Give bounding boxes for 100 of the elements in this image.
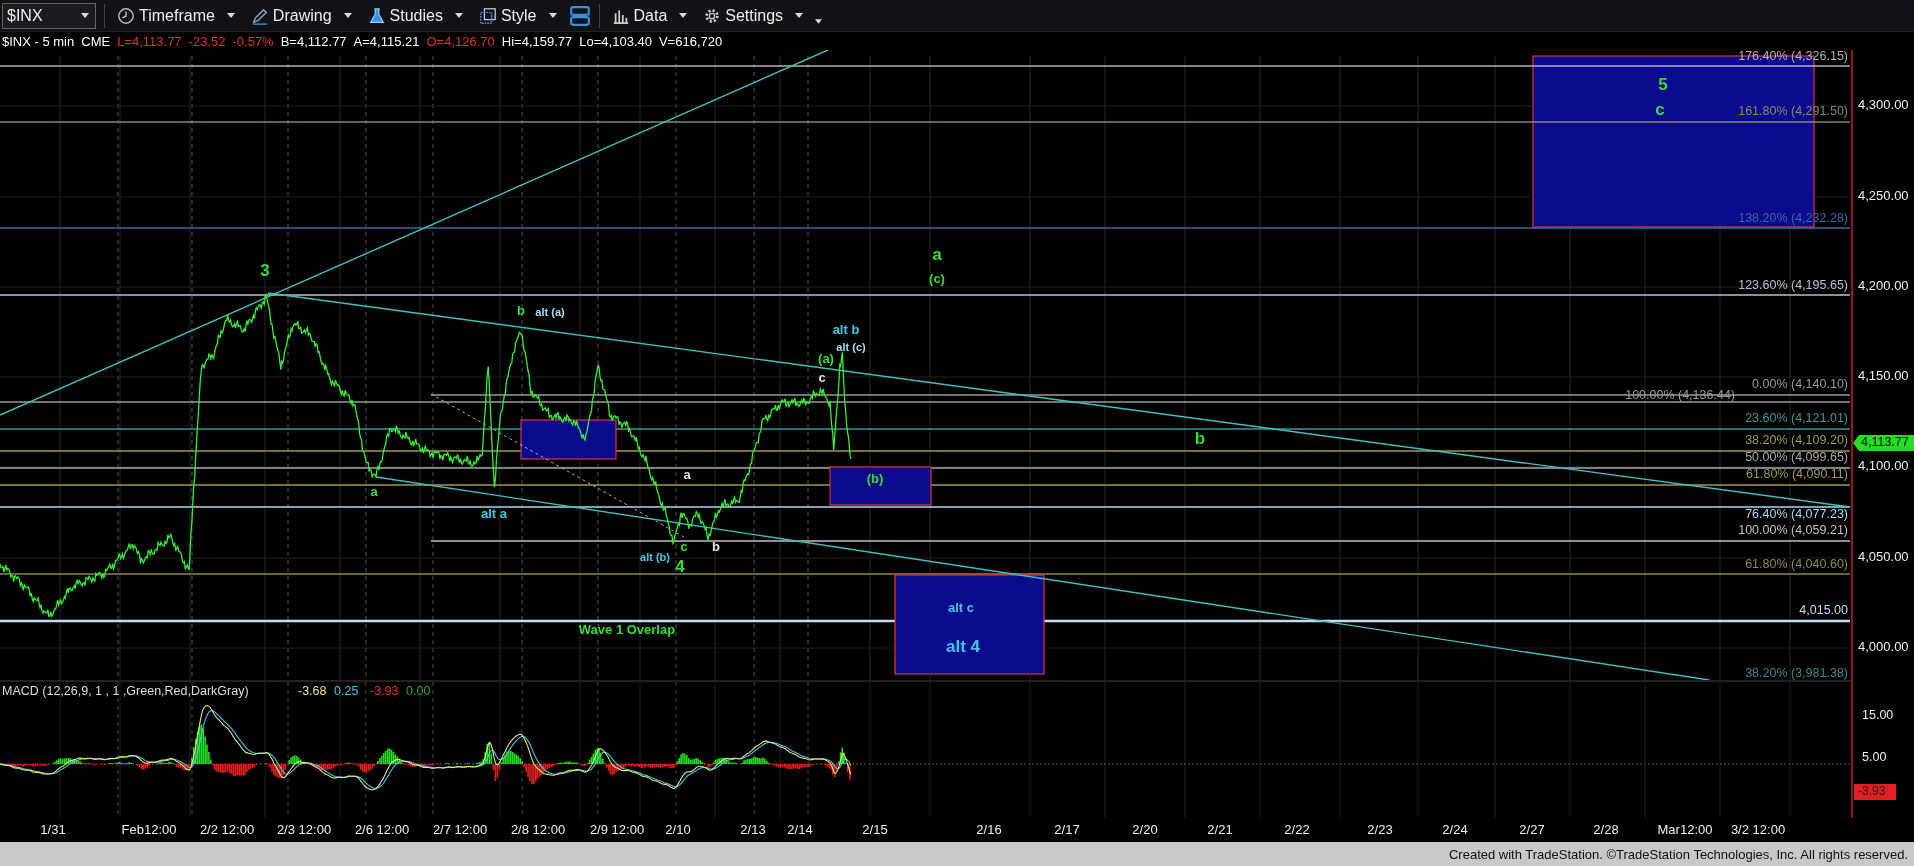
price-axis-label: 4,200.00 [1858, 278, 1909, 294]
wave-label: alt (c) [836, 340, 866, 353]
date-axis-label: 2/2 12:00 [199, 822, 255, 838]
wave-label: a [683, 467, 691, 483]
date-axis-label: 2/17 [1054, 822, 1080, 838]
date-axis-label: 2/14 [787, 822, 813, 838]
fib-level-label: 61.80% (4,040.60) [1745, 557, 1848, 572]
wave-label: b [712, 539, 720, 555]
wave-label: 4 [675, 557, 685, 577]
price-axis-label: 4,300.00 [1858, 97, 1909, 113]
quote-field: -0.57% [232, 33, 274, 49]
quote-field: Lo=4,103.40 [579, 33, 652, 49]
date-axis-label: 2/21 [1207, 822, 1233, 838]
last-price-badge: 4,113.77 [1853, 435, 1914, 451]
macd-value: -3.68 [298, 684, 327, 699]
fib-level-label: 23.60% (4,121.01) [1745, 411, 1848, 426]
date-axis-label: 2/15 [862, 822, 888, 838]
date-axis-label: 2/10 [665, 822, 691, 838]
wave-label: 3 [260, 261, 270, 281]
fib-level-label: 76.40% (4,077.23) [1745, 507, 1848, 522]
fib-level-label: 123.60% (4,195.65) [1738, 278, 1848, 293]
toolbar-button[interactable]: Drawing [246, 1, 356, 30]
flask-icon [367, 6, 386, 25]
quote-field: $INX - 5 min [2, 33, 75, 49]
quote-field: B=4,112.77 [280, 33, 347, 49]
wave-label: alt a [481, 506, 507, 522]
wave-label: alt b [832, 322, 860, 338]
macd-value: 0.00 [406, 684, 431, 699]
quote-field: O=4,126.70 [426, 33, 495, 49]
price-axis-label: 4,050.00 [1858, 549, 1909, 565]
wave-label: a [932, 245, 942, 265]
caret-icon [226, 13, 235, 18]
wave-label: c [818, 370, 826, 386]
layers-icon [478, 6, 497, 25]
wave-label: (a) [818, 351, 834, 367]
date-axis-label: Feb12:00 [121, 822, 177, 838]
date-axis-label: 2/20 [1132, 822, 1158, 838]
settings-icon [703, 6, 722, 25]
quote-field: CME [81, 33, 111, 49]
wave-label: 5 [1658, 75, 1668, 95]
caret-icon [679, 13, 688, 18]
fib-level-label: 38.20% (4,109.20) [1745, 433, 1848, 448]
fib-level-label: 50.00% (4,099.65) [1745, 450, 1848, 465]
wave-label: a [370, 484, 378, 500]
caret-icon [81, 13, 89, 18]
wave-label: alt (a) [535, 305, 565, 318]
macd-axis-label: 5.00 [1862, 750, 1887, 765]
date-axis-label: 2/3 12:00 [276, 822, 332, 838]
date-axis-label: 2/24 [1442, 822, 1468, 838]
date-axis-label: 1/31 [40, 822, 66, 838]
date-axis-label: 2/13 [740, 822, 766, 838]
caret-icon [795, 13, 804, 18]
toolbar-button[interactable]: Timeframe [113, 1, 239, 30]
quote-field: Hi=4,159.77 [501, 33, 573, 49]
price-axis-label: 4,150.00 [1858, 368, 1909, 384]
macd-value: 0.25 [334, 684, 359, 699]
date-axis-label: 2/28 [1593, 822, 1619, 838]
date-axis-label: 3/2 12:00 [1730, 822, 1786, 838]
copyright-text: Created with TradeStation. ©TradeStation Technologies, Inc. All rights reserved. [1448, 846, 1908, 862]
macd-axis-label: 15.00 [1862, 708, 1894, 723]
price-axis-label: 4,250.00 [1858, 188, 1909, 204]
macd-title: MACD (12,26,9, 1 , 1 ,Green,Red,DarkGray) [2, 684, 249, 699]
wave-label: c [680, 539, 688, 555]
fib-level-label: 38.20% (3,981.38) [1745, 666, 1848, 680]
fib-level-label: 100.00% (4,059.21) [1738, 523, 1848, 538]
macd-value: -3.93 [370, 684, 399, 699]
date-axis-label: 2/22 [1284, 822, 1310, 838]
toolbar-button[interactable]: Style [474, 1, 561, 30]
wave-label: (b) [866, 471, 884, 487]
price-axis-label: 4,000.00 [1858, 639, 1909, 655]
quote-field: L=4,113.77 [117, 33, 182, 49]
wave-label: alt c [948, 600, 974, 616]
fib-level-label: 61.80% (4,090.11) [1746, 467, 1848, 482]
wave-label: alt (b) [640, 550, 670, 563]
toolbar-button[interactable]: Studies [363, 1, 467, 30]
clock-icon [117, 6, 135, 25]
toolbar-button[interactable]: Settings [699, 1, 808, 30]
date-axis-label: 2/16 [976, 822, 1002, 838]
caret-icon [548, 13, 557, 18]
quote-field: -23.52 [188, 33, 226, 49]
price-axis-label: 4,100.00 [1858, 458, 1909, 474]
caret-icon [454, 13, 463, 18]
wave-label: alt 4 [946, 637, 980, 657]
date-axis-label: 2/6 12:00 [354, 822, 410, 838]
wave-label: (c) [929, 271, 945, 287]
caret-icon[interactable] [815, 19, 823, 24]
date-axis-label: 2/8 12:00 [510, 822, 566, 838]
symbol-dropdown[interactable]: $INX [2, 2, 96, 29]
fib-level-label: 0.00% (4,140.10) [1752, 377, 1848, 392]
wave-label: b [517, 303, 525, 319]
toolbar-button[interactable]: Data [607, 1, 692, 30]
wave-label: Wave 1 Overlap [578, 622, 676, 638]
date-axis-label: 2/7 12:00 [432, 822, 488, 838]
quote-field: A=4,115.21 [353, 33, 420, 49]
last-value-badge: -3.93 [1854, 784, 1896, 800]
date-axis-label: 2/9 12:00 [589, 822, 645, 838]
panels-icon[interactable] [568, 4, 591, 27]
date-axis-label: 2/23 [1367, 822, 1393, 838]
wave-label: b [1194, 429, 1206, 449]
quote-field: V=616,720 [658, 33, 723, 49]
